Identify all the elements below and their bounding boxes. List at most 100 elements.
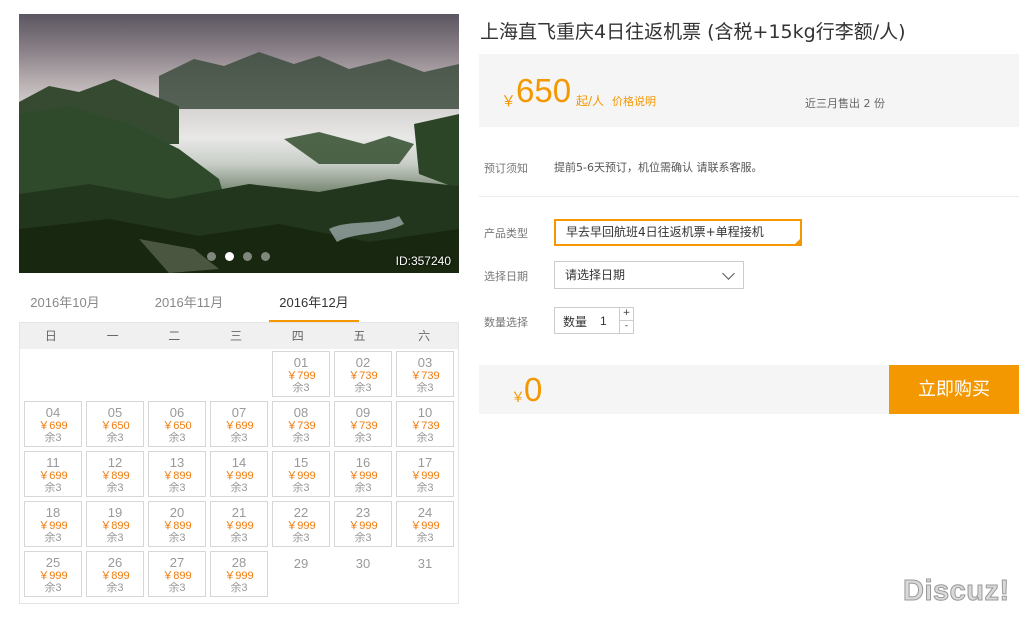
quantity-value[interactable]: 1	[600, 314, 607, 328]
calendar-day-cell[interactable]: 19 ￥899 余3	[86, 501, 144, 547]
day-number: 18	[45, 505, 61, 520]
day-price: ￥899	[100, 470, 130, 482]
hero-image[interactable]: ID:357240	[19, 14, 459, 273]
day-price: ￥739	[410, 370, 440, 382]
price-currency: ￥	[501, 93, 517, 110]
calendar-day-cell[interactable]: 21 ￥999 余3	[210, 501, 268, 547]
day-stock: 余3	[106, 432, 124, 444]
date-label: 选择日期	[484, 270, 528, 283]
day-number: 19	[107, 505, 123, 520]
calendar-day-cell[interactable]: 10 ￥739 余3	[396, 401, 454, 447]
day-price: ￥999	[286, 470, 316, 482]
day-stock: 余3	[106, 582, 124, 594]
day-stock: 余3	[230, 582, 248, 594]
day-number: 13	[169, 455, 185, 470]
sold-count: 近三月售出 2 份	[805, 97, 885, 110]
day-stock: 余3	[168, 432, 186, 444]
total-value: 0	[524, 371, 543, 408]
day-number: 28	[231, 555, 247, 570]
calendar-day-cell[interactable]: 02 ￥739 余3	[334, 351, 392, 397]
carousel-dot[interactable]	[207, 252, 216, 261]
tab-month-october[interactable]: 2016年10月	[19, 291, 111, 323]
calendar-day-cell[interactable]: 15 ￥999 余3	[272, 451, 330, 497]
calendar-day-cell[interactable]: 08 ￥739 余3	[272, 401, 330, 447]
day-number: 25	[45, 555, 61, 570]
day-number: 06	[169, 405, 185, 420]
day-price: ￥650	[100, 420, 130, 432]
quantity-decrease-button[interactable]: -	[619, 321, 633, 334]
calendar-day-cell[interactable]: 01 ￥799 余3	[272, 351, 330, 397]
day-price: ￥650	[162, 420, 192, 432]
calendar-day-cell[interactable]: 22 ￥999 余3	[272, 501, 330, 547]
calendar-day-cell[interactable]: 28 ￥999 余3	[210, 551, 268, 597]
calendar-day-cell[interactable]: 20 ￥899 余3	[148, 501, 206, 547]
day-number: 10	[417, 405, 433, 420]
selected-corner-icon	[794, 238, 800, 244]
calendar-day-cell[interactable]: 26 ￥899 余3	[86, 551, 144, 597]
landscape-illustration	[19, 52, 459, 273]
calendar-day-cell[interactable]: 13 ￥899 余3	[148, 451, 206, 497]
weekday-label: 日	[44, 329, 57, 343]
day-price: ￥899	[162, 470, 192, 482]
calendar-day-cell[interactable]: 12 ￥899 余3	[86, 451, 144, 497]
day-price: ￥699	[38, 420, 68, 432]
calendar-day-cell[interactable]: 07 ￥699 余3	[210, 401, 268, 447]
day-number: 04	[45, 405, 61, 420]
calendar-day-unavailable: 29	[272, 551, 330, 597]
calendar-day-cell[interactable]: 27 ￥899 余3	[148, 551, 206, 597]
day-number: 24	[417, 505, 433, 520]
month-tabs: 2016年10月 2016年11月 2016年12月	[19, 291, 459, 323]
day-price: ￥739	[410, 420, 440, 432]
calendar-day-cell[interactable]: 11 ￥699 余3	[24, 451, 82, 497]
carousel-dot[interactable]	[261, 252, 270, 261]
day-stock: 余3	[354, 382, 372, 394]
calendar-day-cell[interactable]: 25 ￥999 余3	[24, 551, 82, 597]
day-stock: 余3	[44, 432, 62, 444]
calendar-day-cell[interactable]: 09 ￥739 余3	[334, 401, 392, 447]
product-type-option[interactable]: 早去早回航班4日往返机票+单程接机	[554, 219, 802, 246]
day-number: 08	[293, 405, 309, 420]
day-stock: 余3	[168, 482, 186, 494]
tab-month-december[interactable]: 2016年12月	[269, 291, 359, 323]
buy-now-button[interactable]: 立即购买	[889, 365, 1019, 414]
carousel-dot-active[interactable]	[225, 252, 234, 261]
price-explanation-link[interactable]: 价格说明	[612, 93, 656, 109]
day-number: 09	[355, 405, 371, 420]
weekday-label: 四	[291, 329, 304, 343]
calendar-day-cell[interactable]: 03 ￥739 余3	[396, 351, 454, 397]
chevron-down-icon	[722, 267, 735, 280]
calendar-day-cell[interactable]: 14 ￥999 余3	[210, 451, 268, 497]
notice-text: 提前5-6天预订，机位需确认 请联系客服。	[554, 161, 763, 174]
calendar-day-cell[interactable]: 05 ￥650 余3	[86, 401, 144, 447]
day-stock: 余3	[230, 532, 248, 544]
day-price: ￥739	[286, 420, 316, 432]
calendar-day-cell[interactable]: 18 ￥999 余3	[24, 501, 82, 547]
date-select[interactable]: 请选择日期	[554, 261, 744, 289]
day-number: 01	[293, 355, 309, 370]
day-price: ￥739	[348, 420, 378, 432]
calendar-day-cell[interactable]: 06 ￥650 余3	[148, 401, 206, 447]
calendar-day-cell[interactable]: 24 ￥999 余3	[396, 501, 454, 547]
day-price: ￥999	[348, 470, 378, 482]
day-stock: 余3	[44, 532, 62, 544]
day-number: 11	[46, 455, 60, 470]
weekday-label: 三	[230, 329, 243, 343]
quantity-increase-button[interactable]: +	[619, 308, 633, 321]
day-price: ￥799	[286, 370, 316, 382]
notice-label: 预订须知	[484, 162, 528, 175]
weekday-label: 二	[168, 329, 181, 343]
day-price: ￥699	[38, 470, 68, 482]
carousel-dot[interactable]	[243, 252, 252, 261]
day-price: ￥999	[348, 520, 378, 532]
day-stock: 余3	[106, 532, 124, 544]
day-number: 30	[355, 556, 371, 571]
tab-month-november[interactable]: 2016年11月	[143, 291, 235, 323]
calendar-day-cell[interactable]: 16 ￥999 余3	[334, 451, 392, 497]
calendar-day-cell[interactable]: 17 ￥999 余3	[396, 451, 454, 497]
calendar-day-cell[interactable]: 23 ￥999 余3	[334, 501, 392, 547]
day-number: 16	[355, 455, 371, 470]
day-stock: 余3	[44, 582, 62, 594]
day-stock: 余3	[292, 382, 310, 394]
day-price: ￥899	[162, 570, 192, 582]
calendar-day-cell[interactable]: 04 ￥699 余3	[24, 401, 82, 447]
